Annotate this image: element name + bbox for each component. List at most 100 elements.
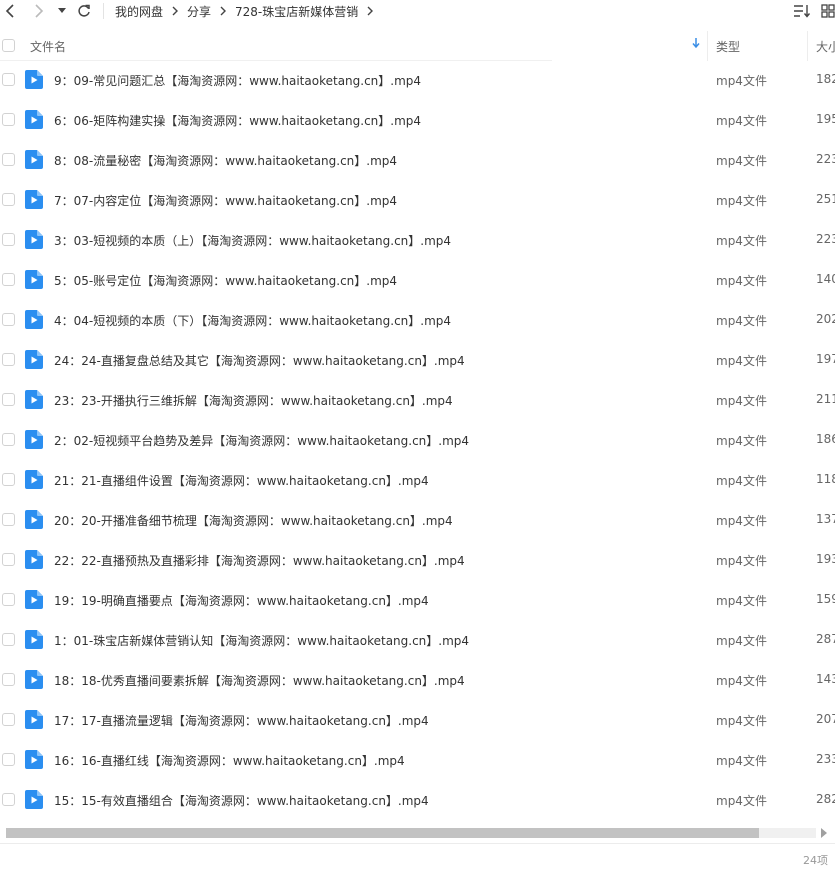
file-size: 159 — [816, 592, 835, 606]
scroll-right-arrow-icon[interactable] — [821, 828, 827, 838]
file-size: 143 — [816, 672, 835, 686]
file-name[interactable]: 2：02-短视频平台趋势及差异【海淘资源网：www.haitaoketang.c… — [54, 432, 469, 449]
video-file-icon — [25, 150, 43, 169]
file-row[interactable]: 15：15-有效直播组合【海淘资源网：www.haitaoketang.cn】.… — [0, 780, 835, 820]
file-name[interactable]: 3：03-短视频的本质（上）【海淘资源网：www.haitaoketang.cn… — [54, 232, 451, 249]
file-name[interactable]: 5：05-账号定位【海淘资源网：www.haitaoketang.cn】.mp4 — [54, 272, 397, 289]
video-file-icon — [25, 190, 43, 209]
column-header-name[interactable]: 文件名 — [30, 38, 66, 55]
column-header-size[interactable]: 大小 — [816, 38, 835, 55]
file-row[interactable]: 20：20-开播准备细节梳理【海淘资源网：www.haitaoketang.cn… — [0, 500, 835, 540]
item-count: 24项 — [803, 854, 828, 867]
file-name[interactable]: 21：21-直播组件设置【海淘资源网：www.haitaoketang.cn】.… — [54, 472, 429, 489]
file-type: mp4文件 — [716, 74, 767, 88]
file-name[interactable]: 16：16-直播红线【海淘资源网：www.haitaoketang.cn】.mp… — [54, 752, 405, 769]
file-row[interactable]: 19：19-明确直播要点【海淘资源网：www.haitaoketang.cn】.… — [0, 580, 835, 620]
file-name[interactable]: 19：19-明确直播要点【海淘资源网：www.haitaoketang.cn】.… — [54, 592, 429, 609]
file-row[interactable]: 24：24-直播复盘总结及其它【海淘资源网：www.haitaoketang.c… — [0, 340, 835, 380]
file-name[interactable]: 17：17-直播流量逻辑【海淘资源网：www.haitaoketang.cn】.… — [54, 712, 429, 729]
file-name[interactable]: 15：15-有效直播组合【海淘资源网：www.haitaoketang.cn】.… — [54, 792, 429, 809]
file-row[interactable]: 16：16-直播红线【海淘资源网：www.haitaoketang.cn】.mp… — [0, 740, 835, 780]
file-row[interactable]: 18：18-优秀直播间要素拆解【海淘资源网：www.haitaoketang.c… — [0, 660, 835, 700]
file-list-header: 文件名 类型 大小 — [0, 31, 835, 61]
file-name[interactable]: 4：04-短视频的本质（下）【海淘资源网：www.haitaoketang.cn… — [54, 312, 451, 329]
file-row[interactable]: 8：08-流量秘密【海淘资源网：www.haitaoketang.cn】.mp4… — [0, 140, 835, 180]
row-checkbox[interactable] — [2, 113, 15, 126]
file-row[interactable]: 2：02-短视频平台趋势及差异【海淘资源网：www.haitaoketang.c… — [0, 420, 835, 460]
row-checkbox[interactable] — [2, 273, 15, 286]
file-name[interactable]: 22：22-直播预热及直播彩排【海淘资源网：www.haitaoketang.c… — [54, 552, 465, 569]
file-type: mp4文件 — [716, 474, 767, 488]
file-type: mp4文件 — [716, 154, 767, 168]
row-checkbox[interactable] — [2, 633, 15, 646]
breadcrumb-root[interactable]: 我的网盘 — [115, 3, 163, 20]
sort-down-arrow-icon[interactable] — [692, 38, 700, 51]
file-row[interactable]: 7：07-内容定位【海淘资源网：www.haitaoketang.cn】.mp4… — [0, 180, 835, 220]
sort-button[interactable] — [792, 2, 812, 20]
file-name[interactable]: 24：24-直播复盘总结及其它【海淘资源网：www.haitaoketang.c… — [54, 352, 465, 369]
row-checkbox[interactable] — [2, 513, 15, 526]
file-row[interactable]: 23：23-开播执行三维拆解【海淘资源网：www.haitaoketang.cn… — [0, 380, 835, 420]
row-checkbox[interactable] — [2, 193, 15, 206]
file-row[interactable]: 1：01-珠宝店新媒体营销认知【海淘资源网：www.haitaoketang.c… — [0, 620, 835, 660]
row-checkbox[interactable] — [2, 673, 15, 686]
column-header-type[interactable]: 类型 — [716, 38, 740, 55]
column-divider[interactable] — [707, 31, 708, 61]
breadcrumb-share[interactable]: 分享 — [187, 3, 211, 20]
row-checkbox[interactable] — [2, 353, 15, 366]
file-type: mp4文件 — [716, 594, 767, 608]
file-row[interactable]: 21：21-直播组件设置【海淘资源网：www.haitaoketang.cn】.… — [0, 460, 835, 500]
sort-list-icon — [794, 5, 811, 18]
file-size: 193 — [816, 552, 835, 566]
file-size: 287 — [816, 632, 835, 646]
row-checkbox[interactable] — [2, 313, 15, 326]
file-name[interactable]: 9：09-常见问题汇总【海淘资源网：www.haitaoketang.cn】.m… — [54, 72, 421, 89]
row-checkbox[interactable] — [2, 433, 15, 446]
view-toggle-button[interactable] — [820, 2, 835, 20]
back-button[interactable] — [2, 1, 18, 21]
history-dropdown-button[interactable] — [56, 1, 68, 21]
file-type: mp4文件 — [716, 434, 767, 448]
row-checkbox[interactable] — [2, 73, 15, 86]
row-checkbox[interactable] — [2, 713, 15, 726]
refresh-icon — [78, 4, 90, 17]
file-name[interactable]: 18：18-优秀直播间要素拆解【海淘资源网：www.haitaoketang.c… — [54, 672, 465, 689]
horizontal-scrollbar[interactable] — [6, 828, 816, 838]
row-checkbox[interactable] — [2, 593, 15, 606]
file-row[interactable]: 17：17-直播流量逻辑【海淘资源网：www.haitaoketang.cn】.… — [0, 700, 835, 740]
row-checkbox[interactable] — [2, 473, 15, 486]
breadcrumb-current-folder[interactable]: 728-珠宝店新媒体营销 — [235, 3, 358, 20]
file-row[interactable]: 22：22-直播预热及直播彩排【海淘资源网：www.haitaoketang.c… — [0, 540, 835, 580]
row-checkbox[interactable] — [2, 553, 15, 566]
video-file-icon — [25, 230, 43, 249]
file-type: mp4文件 — [716, 634, 767, 648]
file-name[interactable]: 8：08-流量秘密【海淘资源网：www.haitaoketang.cn】.mp4 — [54, 152, 397, 169]
file-type: mp4文件 — [716, 274, 767, 288]
scrollbar-thumb[interactable] — [6, 828, 759, 838]
select-all-checkbox[interactable] — [2, 39, 15, 52]
forward-button[interactable] — [31, 1, 47, 21]
file-row[interactable]: 4：04-短视频的本质（下）【海淘资源网：www.haitaoketang.cn… — [0, 300, 835, 340]
file-row[interactable]: 5：05-账号定位【海淘资源网：www.haitaoketang.cn】.mp4… — [0, 260, 835, 300]
file-row[interactable]: 9：09-常见问题汇总【海淘资源网：www.haitaoketang.cn】.m… — [0, 60, 835, 100]
video-file-icon — [25, 710, 43, 729]
file-row[interactable]: 3：03-短视频的本质（上）【海淘资源网：www.haitaoketang.cn… — [0, 220, 835, 260]
file-name[interactable]: 6：06-矩阵构建实操【海淘资源网：www.haitaoketang.cn】.m… — [54, 112, 421, 129]
refresh-button[interactable] — [75, 1, 93, 21]
file-name[interactable]: 23：23-开播执行三维拆解【海淘资源网：www.haitaoketang.cn… — [54, 392, 453, 409]
file-name[interactable]: 20：20-开播准备细节梳理【海淘资源网：www.haitaoketang.cn… — [54, 512, 453, 529]
chevron-right-icon[interactable] — [367, 6, 374, 16]
row-checkbox[interactable] — [2, 753, 15, 766]
row-checkbox[interactable] — [2, 233, 15, 246]
file-name[interactable]: 7：07-内容定位【海淘资源网：www.haitaoketang.cn】.mp4 — [54, 192, 397, 209]
video-file-icon — [25, 270, 43, 289]
file-type: mp4文件 — [716, 514, 767, 528]
column-divider[interactable] — [807, 31, 808, 61]
row-checkbox[interactable] — [2, 393, 15, 406]
video-file-icon — [25, 790, 43, 809]
file-type: mp4文件 — [716, 194, 767, 208]
file-name[interactable]: 1：01-珠宝店新媒体营销认知【海淘资源网：www.haitaoketang.c… — [54, 632, 469, 649]
row-checkbox[interactable] — [2, 153, 15, 166]
file-row[interactable]: 6：06-矩阵构建实操【海淘资源网：www.haitaoketang.cn】.m… — [0, 100, 835, 140]
row-checkbox[interactable] — [2, 793, 15, 806]
